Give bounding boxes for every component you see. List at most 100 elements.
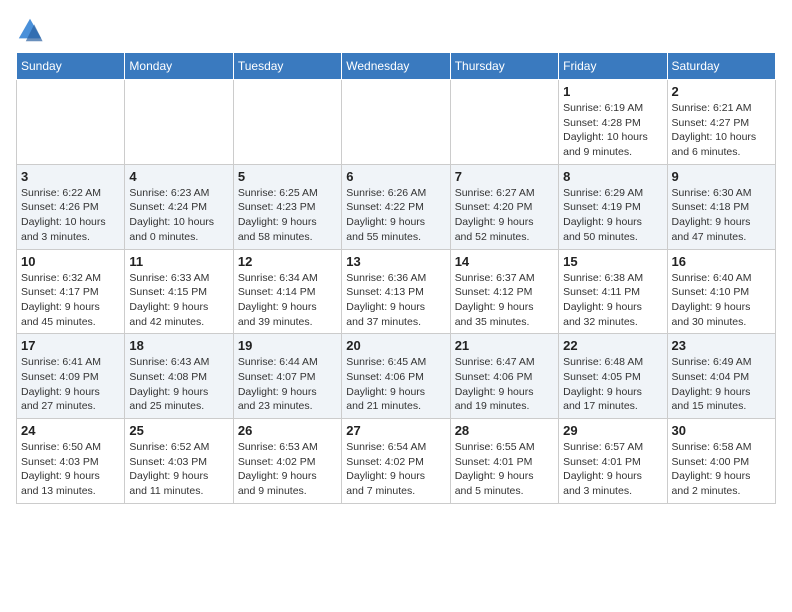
day-number: 21 [455, 338, 554, 353]
calendar-week-row: 1 Sunrise: 6:19 AM Sunset: 4:28 PM Daylig… [17, 80, 776, 165]
day-info: Sunrise: 6:26 AM Sunset: 4:22 PM Dayligh… [346, 186, 445, 245]
day-info: Sunrise: 6:30 AM Sunset: 4:18 PM Dayligh… [672, 186, 771, 245]
calendar-cell [17, 80, 125, 165]
calendar-cell [450, 80, 558, 165]
calendar-cell: 18 Sunrise: 6:43 AM Sunset: 4:08 PM Dayli… [125, 334, 233, 419]
day-info: Sunrise: 6:50 AM Sunset: 4:03 PM Dayligh… [21, 440, 120, 499]
calendar-week-row: 3 Sunrise: 6:22 AM Sunset: 4:26 PM Daylig… [17, 164, 776, 249]
day-number: 22 [563, 338, 662, 353]
calendar-cell: 20 Sunrise: 6:45 AM Sunset: 4:06 PM Dayli… [342, 334, 450, 419]
logo-icon [16, 16, 44, 44]
calendar-cell: 11 Sunrise: 6:33 AM Sunset: 4:15 PM Dayli… [125, 249, 233, 334]
day-number: 20 [346, 338, 445, 353]
weekday-header: Monday [125, 53, 233, 80]
day-number: 9 [672, 169, 771, 184]
weekday-header: Thursday [450, 53, 558, 80]
calendar-cell: 17 Sunrise: 6:41 AM Sunset: 4:09 PM Dayli… [17, 334, 125, 419]
calendar-cell: 28Sunrise: 6:55 AM Sunset: 4:01 PM Dayli… [450, 419, 558, 504]
calendar-cell: 29 Sunrise: 6:57 AM Sunset: 4:01 PM Dayli… [559, 419, 667, 504]
calendar-cell: 27 Sunrise: 6:54 AM Sunset: 4:02 PM Dayli… [342, 419, 450, 504]
calendar-cell: 1 Sunrise: 6:19 AM Sunset: 4:28 PM Daylig… [559, 80, 667, 165]
day-number: 14 [455, 254, 554, 269]
day-number: 26 [238, 423, 337, 438]
day-number: 7 [455, 169, 554, 184]
calendar-week-row: 10 Sunrise: 6:32 AM Sunset: 4:17 PM Dayli… [17, 249, 776, 334]
day-info: Sunrise: 6:33 AM Sunset: 4:15 PM Dayligh… [129, 271, 228, 330]
weekday-row: SundayMondayTuesdayWednesdayThursdayFrid… [17, 53, 776, 80]
day-number: 11 [129, 254, 228, 269]
calendar-cell: 19 Sunrise: 6:44 AM Sunset: 4:07 PM Dayli… [233, 334, 341, 419]
calendar-cell [233, 80, 341, 165]
day-number: 12 [238, 254, 337, 269]
day-number: 27 [346, 423, 445, 438]
day-number: 4 [129, 169, 228, 184]
day-number: 10 [21, 254, 120, 269]
day-info: Sunrise: 6:21 AM Sunset: 4:27 PM Dayligh… [672, 101, 771, 160]
calendar-cell: 10 Sunrise: 6:32 AM Sunset: 4:17 PM Dayli… [17, 249, 125, 334]
day-number: 18 [129, 338, 228, 353]
calendar-body: 1 Sunrise: 6:19 AM Sunset: 4:28 PM Daylig… [17, 80, 776, 504]
weekday-header: Tuesday [233, 53, 341, 80]
day-info: Sunrise: 6:54 AM Sunset: 4:02 PM Dayligh… [346, 440, 445, 499]
calendar-week-row: 24Sunrise: 6:50 AM Sunset: 4:03 PM Dayli… [17, 419, 776, 504]
calendar-header: SundayMondayTuesdayWednesdayThursdayFrid… [17, 53, 776, 80]
weekday-header: Wednesday [342, 53, 450, 80]
day-info: Sunrise: 6:19 AM Sunset: 4:28 PM Dayligh… [563, 101, 662, 160]
calendar-cell: 9 Sunrise: 6:30 AM Sunset: 4:18 PM Daylig… [667, 164, 775, 249]
day-info: Sunrise: 6:23 AM Sunset: 4:24 PM Dayligh… [129, 186, 228, 245]
day-info: Sunrise: 6:32 AM Sunset: 4:17 PM Dayligh… [21, 271, 120, 330]
calendar-cell: 7 Sunrise: 6:27 AM Sunset: 4:20 PM Daylig… [450, 164, 558, 249]
day-number: 2 [672, 84, 771, 99]
day-info: Sunrise: 6:57 AM Sunset: 4:01 PM Dayligh… [563, 440, 662, 499]
calendar-cell: 13 Sunrise: 6:36 AM Sunset: 4:13 PM Dayli… [342, 249, 450, 334]
day-info: Sunrise: 6:34 AM Sunset: 4:14 PM Dayligh… [238, 271, 337, 330]
calendar-cell: 26Sunrise: 6:53 AM Sunset: 4:02 PM Dayli… [233, 419, 341, 504]
calendar-cell: 14 Sunrise: 6:37 AM Sunset: 4:12 PM Dayli… [450, 249, 558, 334]
day-info: Sunrise: 6:48 AM Sunset: 4:05 PM Dayligh… [563, 355, 662, 414]
calendar-cell: 24Sunrise: 6:50 AM Sunset: 4:03 PM Dayli… [17, 419, 125, 504]
calendar-cell: 15Sunrise: 6:38 AM Sunset: 4:11 PM Dayli… [559, 249, 667, 334]
day-info: Sunrise: 6:27 AM Sunset: 4:20 PM Dayligh… [455, 186, 554, 245]
day-info: Sunrise: 6:37 AM Sunset: 4:12 PM Dayligh… [455, 271, 554, 330]
calendar-cell [342, 80, 450, 165]
day-info: Sunrise: 6:49 AM Sunset: 4:04 PM Dayligh… [672, 355, 771, 414]
day-number: 30 [672, 423, 771, 438]
day-info: Sunrise: 6:36 AM Sunset: 4:13 PM Dayligh… [346, 271, 445, 330]
day-info: Sunrise: 6:43 AM Sunset: 4:08 PM Dayligh… [129, 355, 228, 414]
day-number: 1 [563, 84, 662, 99]
calendar-cell: 12 Sunrise: 6:34 AM Sunset: 4:14 PM Dayli… [233, 249, 341, 334]
day-number: 29 [563, 423, 662, 438]
day-info: Sunrise: 6:44 AM Sunset: 4:07 PM Dayligh… [238, 355, 337, 414]
day-number: 13 [346, 254, 445, 269]
day-number: 17 [21, 338, 120, 353]
day-number: 5 [238, 169, 337, 184]
calendar-cell: 22 Sunrise: 6:48 AM Sunset: 4:05 PM Dayli… [559, 334, 667, 419]
day-info: Sunrise: 6:40 AM Sunset: 4:10 PM Dayligh… [672, 271, 771, 330]
day-number: 6 [346, 169, 445, 184]
calendar-cell: 16 Sunrise: 6:40 AM Sunset: 4:10 PM Dayli… [667, 249, 775, 334]
day-info: Sunrise: 6:22 AM Sunset: 4:26 PM Dayligh… [21, 186, 120, 245]
day-number: 15 [563, 254, 662, 269]
calendar-cell: 23 Sunrise: 6:49 AM Sunset: 4:04 PM Dayli… [667, 334, 775, 419]
calendar-cell: 4 Sunrise: 6:23 AM Sunset: 4:24 PM Daylig… [125, 164, 233, 249]
day-info: Sunrise: 6:52 AM Sunset: 4:03 PM Dayligh… [129, 440, 228, 499]
day-number: 25 [129, 423, 228, 438]
calendar-cell: 30Sunrise: 6:58 AM Sunset: 4:00 PM Dayli… [667, 419, 775, 504]
weekday-header: Saturday [667, 53, 775, 80]
calendar-week-row: 17 Sunrise: 6:41 AM Sunset: 4:09 PM Dayli… [17, 334, 776, 419]
day-number: 16 [672, 254, 771, 269]
day-number: 19 [238, 338, 337, 353]
day-info: Sunrise: 6:45 AM Sunset: 4:06 PM Dayligh… [346, 355, 445, 414]
day-info: Sunrise: 6:25 AM Sunset: 4:23 PM Dayligh… [238, 186, 337, 245]
day-info: Sunrise: 6:29 AM Sunset: 4:19 PM Dayligh… [563, 186, 662, 245]
calendar-cell [125, 80, 233, 165]
logo [16, 16, 48, 44]
day-number: 8 [563, 169, 662, 184]
calendar-cell: 8 Sunrise: 6:29 AM Sunset: 4:19 PM Daylig… [559, 164, 667, 249]
day-info: Sunrise: 6:41 AM Sunset: 4:09 PM Dayligh… [21, 355, 120, 414]
calendar-cell: 25 Sunrise: 6:52 AM Sunset: 4:03 PM Dayli… [125, 419, 233, 504]
day-number: 23 [672, 338, 771, 353]
day-number: 3 [21, 169, 120, 184]
day-info: Sunrise: 6:47 AM Sunset: 4:06 PM Dayligh… [455, 355, 554, 414]
day-info: Sunrise: 6:55 AM Sunset: 4:01 PM Dayligh… [455, 440, 554, 499]
